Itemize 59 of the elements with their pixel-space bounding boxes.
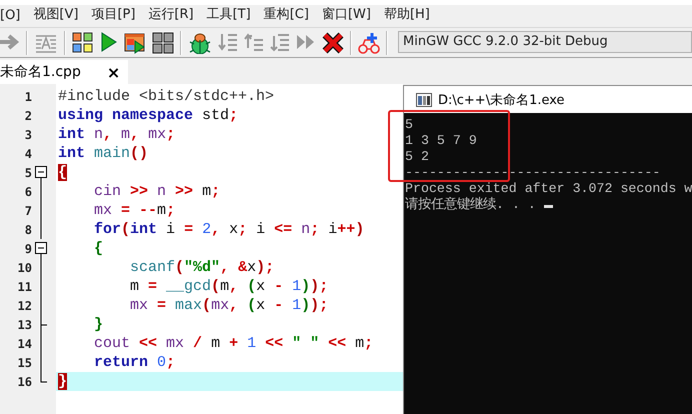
console-output-line: 5 2 [405, 149, 429, 164]
line-number: 9 [24, 242, 32, 256]
line-number: 16 [16, 374, 32, 388]
console-prompt: 请按任意键继续. . . [405, 197, 537, 212]
code-line: } [93, 315, 104, 334]
menu-item[interactable]: 窗口[W] [322, 5, 384, 25]
line-number: 2 [24, 108, 32, 122]
menu-item[interactable]: 视图[V] [33, 5, 92, 25]
window-play-icon[interactable] [124, 32, 146, 54]
line-number: 10 [16, 260, 32, 274]
fold-toggle-icon[interactable] [35, 163, 47, 182]
line-number: 11 [16, 280, 32, 294]
console-output-line: Process exited after 3.072 seconds w [405, 181, 692, 196]
line-number: 6 [24, 184, 32, 198]
console-output-line: 1 3 5 7 9 [405, 133, 477, 148]
line-number: 12 [16, 298, 32, 312]
menu-item[interactable]: 运行[R] [148, 5, 207, 25]
menu-item[interactable]: [O] [0, 8, 34, 25]
grid-icon[interactable] [152, 32, 174, 54]
file-tab[interactable]: 未命名1.cpp × [0, 60, 128, 84]
bug-icon[interactable] [188, 32, 212, 54]
code-line: m = __gcd(m, (x - 1)); [129, 277, 330, 296]
code-line: int n, m, mx; [57, 125, 176, 144]
code-line: cin >> n >> m; [93, 182, 222, 201]
code-line: cout << mx / m + 1 << " " << m; [93, 334, 374, 353]
code-line: return 0; [93, 353, 176, 372]
line-number: 15 [16, 356, 32, 370]
console-app-icon [416, 92, 432, 106]
compiler-dropdown[interactable]: MinGW GCC 9.2.0 32-bit Debug [398, 30, 692, 52]
add-watch-icon[interactable] [358, 32, 380, 54]
code-line: mx = --m; [93, 201, 176, 220]
code-line: scanf("%d", &x); [129, 258, 276, 277]
line-number: 5 [24, 166, 32, 180]
console-output-line: 5 [405, 117, 413, 132]
text-cursor [544, 205, 553, 208]
line-number: 7 [24, 204, 32, 218]
menu-item[interactable]: 帮助[H] [384, 5, 443, 25]
play-icon[interactable] [100, 32, 118, 54]
colored-squares-icon[interactable] [72, 32, 94, 54]
code-line: using namespace std; [57, 106, 240, 125]
stop-cross-icon[interactable] [322, 32, 344, 54]
menu-item[interactable]: 重构[C] [264, 5, 322, 25]
line-number: 14 [16, 336, 32, 350]
code-line: mx = max(mx, (x - 1)); [129, 296, 330, 315]
line-number: 1 [24, 90, 32, 104]
line-number: 3 [24, 128, 32, 142]
fold-toggle-icon[interactable] [35, 239, 47, 258]
code-line: int main() [57, 144, 150, 163]
menu-item[interactable]: 工具[T] [206, 5, 264, 25]
line-number: 4 [24, 146, 32, 160]
close-tab-button[interactable]: × [106, 62, 120, 82]
line-number: 13 [16, 318, 32, 332]
console-title: D:\c++\未命名1.exe [438, 92, 565, 108]
console-output-line: -------------------------------- [405, 165, 660, 180]
code-line: { [93, 239, 104, 258]
line-number: 8 [24, 222, 32, 236]
code-line: for(int i = 2, x; i <= n; i++) [93, 220, 366, 239]
code-line: #include <bits/stdc++.h> [57, 87, 276, 106]
menu-item[interactable]: 项目[P] [91, 5, 148, 25]
